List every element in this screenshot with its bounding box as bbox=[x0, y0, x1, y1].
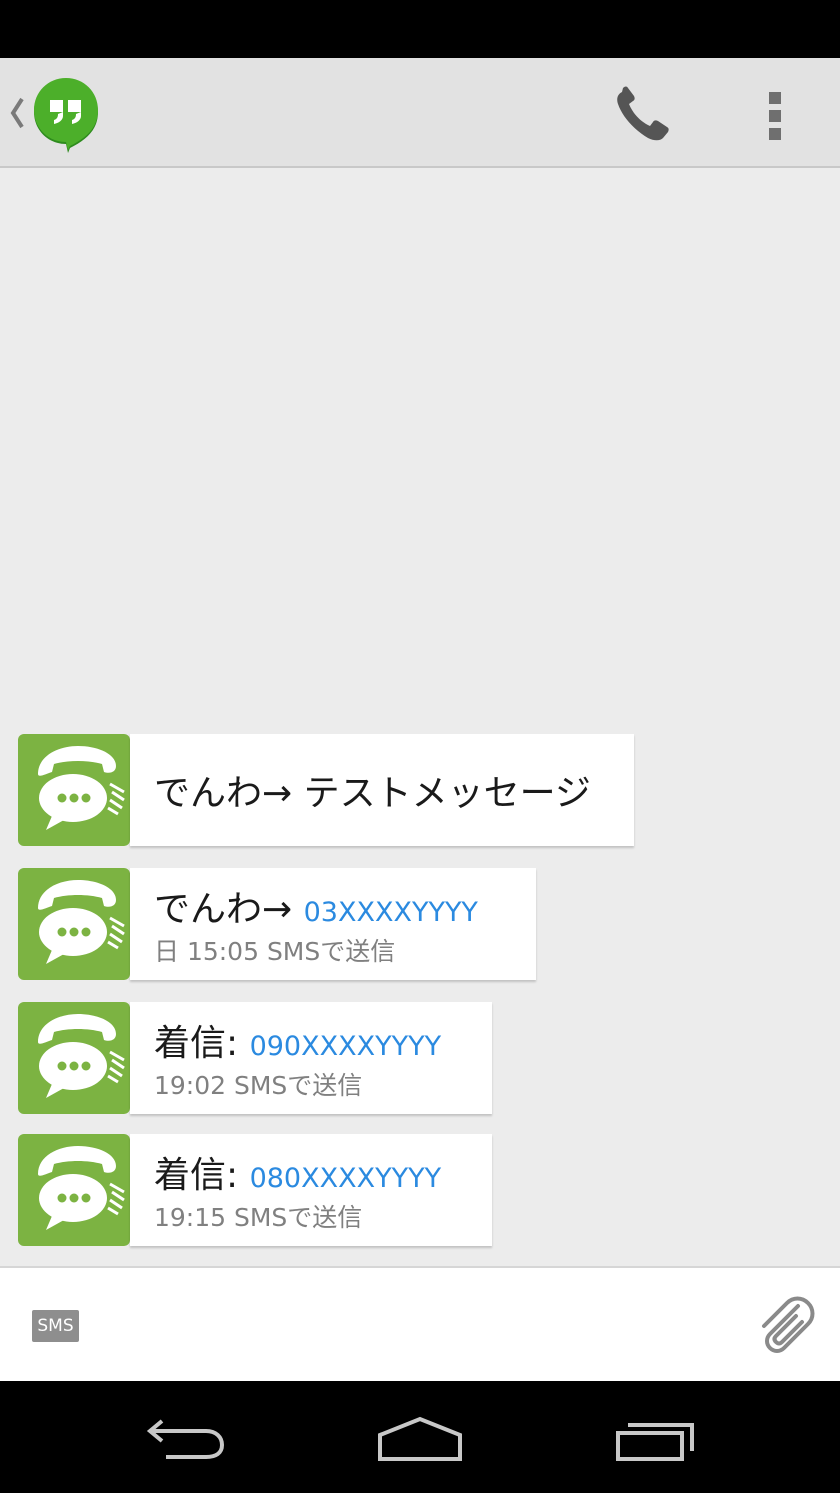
conversation-list: でんわ→ テストメッセージ でんわ→ 03XXXXYYYY 日 15:05 SM… bbox=[0, 168, 840, 1266]
status-bar bbox=[0, 0, 840, 58]
phone-number-link[interactable]: 080XXXXYYYY bbox=[250, 1163, 442, 1194]
avatar bbox=[18, 734, 130, 846]
home-icon[interactable] bbox=[374, 1411, 466, 1467]
recent-apps-icon[interactable] bbox=[612, 1411, 702, 1467]
message-text: でんわ→ テストメッセージ bbox=[154, 773, 591, 814]
nav-bar bbox=[0, 1381, 840, 1493]
message-timestamp: 19:02 SMSで送信 bbox=[154, 1071, 363, 1100]
phone-icon[interactable] bbox=[608, 86, 678, 146]
phone-number-link[interactable]: 03XXXXYYYY bbox=[304, 897, 478, 928]
message-timestamp: 19:15 SMSで送信 bbox=[154, 1203, 363, 1232]
message-text: 着信: 080XXXXYYYY bbox=[154, 1155, 442, 1196]
avatar bbox=[18, 1002, 130, 1114]
message-text: でんわ→ 03XXXXYYYY bbox=[154, 889, 478, 930]
message-bubble: 着信: 080XXXXYYYY 19:15 SMSで送信 bbox=[130, 1134, 492, 1246]
phone-number-link[interactable]: 090XXXXYYYY bbox=[250, 1031, 442, 1062]
hangouts-quote-icon[interactable] bbox=[32, 78, 100, 158]
message-bubble: でんわ→ テストメッセージ bbox=[130, 734, 634, 846]
chevron-left-icon[interactable] bbox=[8, 93, 26, 137]
message-bubble: でんわ→ 03XXXXYYYY 日 15:05 SMSで送信 bbox=[130, 868, 536, 980]
sms-badge: SMS bbox=[32, 1310, 79, 1342]
avatar bbox=[18, 868, 130, 980]
back-arrow-icon[interactable] bbox=[144, 1411, 228, 1467]
message-timestamp: 日 15:05 SMSで送信 bbox=[154, 937, 396, 966]
more-vert-icon[interactable] bbox=[758, 86, 794, 146]
compose-bar: SMS bbox=[0, 1266, 840, 1381]
avatar bbox=[18, 1134, 130, 1246]
paperclip-icon[interactable] bbox=[752, 1294, 818, 1360]
message-bubble: 着信: 090XXXXYYYY 19:02 SMSで送信 bbox=[130, 1002, 492, 1114]
message-input[interactable] bbox=[100, 1298, 724, 1356]
action-bar bbox=[0, 58, 840, 168]
message-text: 着信: 090XXXXYYYY bbox=[154, 1023, 442, 1064]
